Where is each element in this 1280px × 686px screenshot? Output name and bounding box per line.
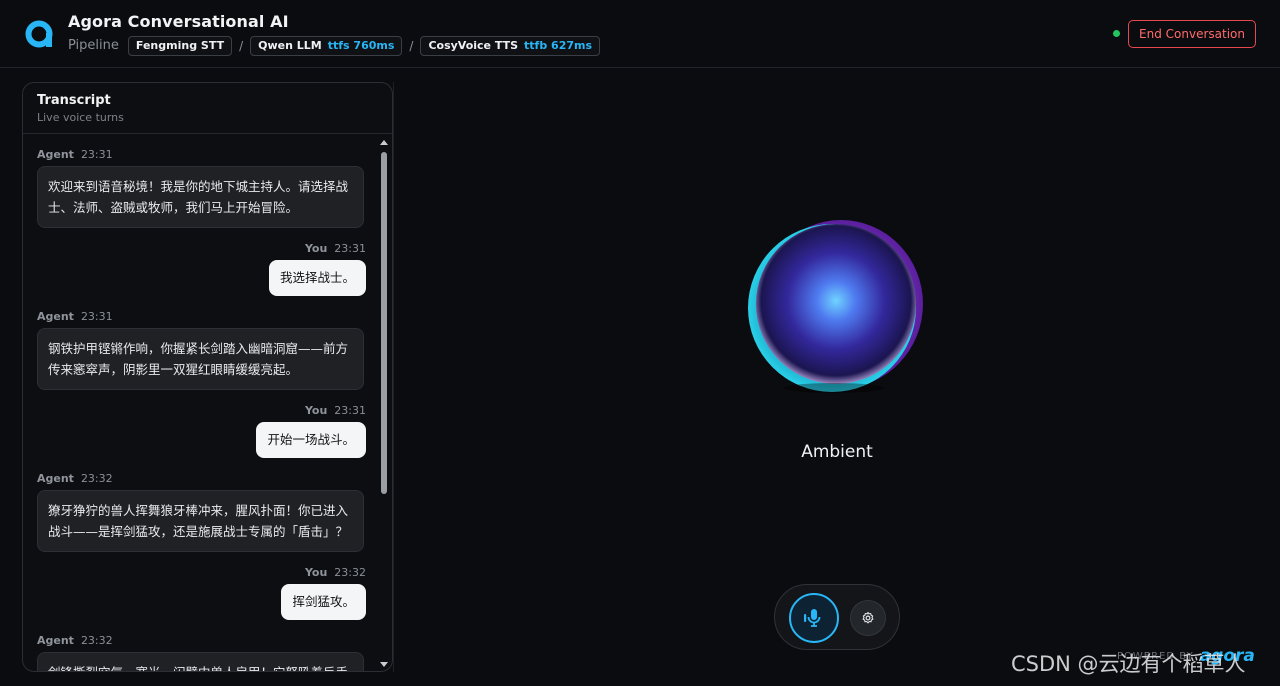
agent-state-label: Ambient	[801, 442, 873, 462]
stage-stt-pill: Fengming STT	[127, 35, 233, 56]
message-meta: You 23:31	[305, 404, 366, 417]
message-meta: Agent 23:32	[37, 472, 366, 485]
message-bubble: 欢迎来到语音秘境！我是你的地下城主持人。请选择战士、法师、盗贼或牧师，我们马上开…	[37, 166, 364, 228]
message-bubble: 我选择战士。	[268, 260, 366, 296]
transcript-subtitle: Live voice turns	[37, 111, 124, 124]
mic-icon	[804, 609, 821, 627]
pipeline-label: Pipeline	[68, 38, 119, 53]
pipeline-bar: Pipeline Fengming STT / Qwen LLM ttfs 76…	[68, 35, 601, 56]
agent-message: Agent 23:32 剑锋撕裂空气，寒光一闪劈中兽人肩甲！它怒吼着反手	[37, 634, 366, 671]
stage-tts-pill: CosyVoice TTS ttfb 627ms	[420, 35, 601, 56]
stage-tts-metric: ttfb 627ms	[524, 39, 593, 52]
message-speaker: Agent	[37, 148, 74, 161]
message-speaker: You	[304, 404, 328, 417]
user-message: You 23:32 挥剑猛攻。	[37, 566, 366, 620]
message-time: 23:31	[80, 310, 113, 323]
stage-tts-name: CosyVoice TTS	[428, 39, 519, 52]
message-time: 23:32	[80, 472, 113, 485]
gear-icon	[862, 611, 874, 624]
watermark-text: CSDN @云边有个稻草人	[1011, 652, 1246, 676]
mic-toggle-button[interactable]	[789, 593, 839, 643]
message-bubble: 钢铁护甲铿锵作响，你握紧长剑踏入幽暗洞窟——前方传来窸窣声，阴影里一双猩红眼睛缓…	[37, 328, 364, 390]
message-bubble: 开始一场战斗。	[256, 422, 366, 458]
user-message: You 23:31 开始一场战斗。	[37, 404, 366, 458]
message-meta: Agent 23:31	[37, 310, 366, 323]
message-time: 23:32	[334, 566, 366, 579]
message-speaker: Agent	[37, 472, 74, 485]
scroll-down-arrow-icon[interactable]	[380, 662, 388, 667]
message-meta: You 23:32	[305, 566, 366, 579]
message-meta: You 23:31	[305, 242, 366, 255]
message-time: 23:32	[80, 634, 113, 647]
call-controls	[774, 584, 900, 650]
agent-message: Agent 23:31 欢迎来到语音秘境！我是你的地下城主持人。请选择战士、法师、盗…	[37, 148, 366, 228]
stage-llm-pill: Qwen LLM ttfs 760ms	[250, 35, 403, 56]
header-actions: End Conversation	[1113, 19, 1256, 48]
message-speaker: Agent	[37, 310, 74, 323]
settings-button[interactable]	[850, 600, 886, 636]
message-time: 23:31	[334, 404, 366, 417]
scroll-up-arrow-icon[interactable]	[380, 140, 388, 145]
message-bubble: 獠牙狰狞的兽人挥舞狼牙棒冲来，腥风扑面！你已进入战斗——是挥剑猛攻，还是施展战士…	[37, 490, 364, 552]
voice-orb-graphic	[748, 220, 923, 393]
transcript-list[interactable]: Agent 23:31 欢迎来到语音秘境！我是你的地下城主持人。请选择战士、法师、盗…	[23, 134, 380, 671]
message-meta: Agent 23:31	[37, 148, 366, 161]
message-meta: Agent 23:32	[37, 634, 366, 647]
app-header: Agora Conversational AI Pipeline Fengmin…	[0, 0, 1280, 68]
message-time: 23:31	[80, 148, 113, 161]
message-time: 23:31	[334, 242, 366, 255]
message-speaker: You	[304, 242, 328, 255]
user-message: You 23:31 我选择战士。	[37, 242, 366, 296]
message-bubble: 挥剑猛攻。	[281, 584, 366, 620]
stage-llm-metric: ttfs 760ms	[327, 39, 395, 52]
voice-orb	[748, 216, 926, 396]
stage-stt-name: Fengming STT	[135, 39, 225, 52]
agora-logo-icon	[25, 20, 53, 47]
transcript-title: Transcript	[37, 93, 111, 108]
scroll-thumb[interactable]	[381, 152, 387, 494]
transcript-panel: Transcript Live voice turns Agent 23:31 欢迎…	[22, 82, 393, 672]
message-speaker: Agent	[37, 634, 74, 647]
pipeline-separator: /	[409, 38, 414, 53]
connection-status-dot	[1113, 30, 1121, 37]
panel-divider	[393, 82, 394, 672]
stage-llm-name: Qwen LLM	[258, 39, 322, 52]
transcript-header: Transcript Live voice turns	[23, 83, 392, 134]
app-title: Agora Conversational AI	[68, 11, 289, 31]
end-conversation-button[interactable]: End Conversation	[1128, 19, 1256, 48]
transcript-scrollbar[interactable]	[378, 134, 390, 671]
message-speaker: You	[304, 566, 328, 579]
message-bubble: 剑锋撕裂空气，寒光一闪劈中兽人肩甲！它怒吼着反手	[37, 652, 364, 671]
pipeline-separator: /	[239, 38, 244, 53]
agent-message: Agent 23:32 獠牙狰狞的兽人挥舞狼牙棒冲来，腥风扑面！你已进入战斗——是挥…	[37, 472, 366, 552]
agent-message: Agent 23:31 钢铁护甲铿锵作响，你握紧长剑踏入幽暗洞窟——前方传来窸窣声，…	[37, 310, 366, 390]
